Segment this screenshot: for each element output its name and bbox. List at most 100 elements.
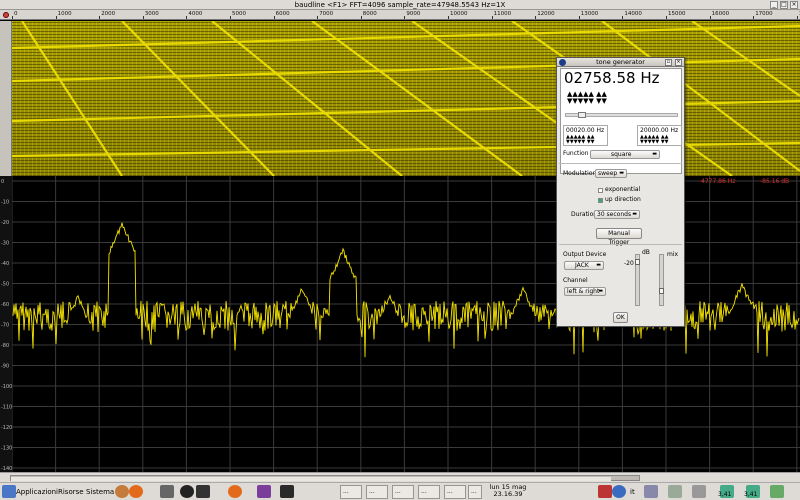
duration-select[interactable]: 30 seconds ▬ xyxy=(594,210,640,219)
function-select[interactable]: square ▬ xyxy=(590,150,660,159)
channel-select[interactable]: left & right ▬ xyxy=(564,287,606,296)
low-frequency-value: 00020.00 Hz xyxy=(566,127,605,134)
chevron-down-icon: ▬ xyxy=(596,262,601,268)
ruler-tick-label: 16000 xyxy=(711,11,730,17)
ruler-tick-mark xyxy=(273,16,275,19)
high-frequency-arrows[interactable]: ▲▲▲▲▲ ▲▲ ▼▼▼▼▼ ▼▼ xyxy=(640,135,669,145)
ruler-tick-label: 10000 xyxy=(450,11,468,17)
modulation-select[interactable]: sweep ▬ xyxy=(595,169,627,178)
high-frequency-value: 20000.00 Hz xyxy=(640,127,679,134)
ruler-tick-label: 17000 xyxy=(755,11,773,17)
foot-menu-icon[interactable] xyxy=(2,485,16,498)
launcher-icon[interactable] xyxy=(257,485,271,498)
frequency-digit-arrows[interactable]: ▲▲▲▲▲ ▲▲ ▼▼▼▼▼ ▼▼ xyxy=(567,91,607,105)
mix-slider[interactable] xyxy=(659,254,664,306)
exponential-checkbox[interactable] xyxy=(598,188,603,193)
a-app-icon[interactable] xyxy=(180,485,194,498)
clock[interactable]: lun 15 mag 23.16.39 xyxy=(480,484,536,498)
cursor-frequency-readout: 4777.86 Hz xyxy=(701,178,735,185)
ruler-tick-label: 8000 xyxy=(362,11,377,17)
taskbar-window-5[interactable]: ... xyxy=(444,485,466,499)
cursor-db-readout: -85.16 dB xyxy=(760,178,789,185)
spectrum-y-tick-label: -90 xyxy=(1,364,9,370)
taskbar-window-2[interactable]: ... xyxy=(366,485,388,499)
mix-label: mix xyxy=(667,251,679,258)
output-device-select[interactable]: JACK ▬ xyxy=(564,261,604,270)
low-frequency-box[interactable]: 00020.00 Hz ▲▲▲▲▲ ▲▲ ▼▼▼▼▼ ▼▼ xyxy=(563,125,608,146)
ruler-tick-mark xyxy=(99,16,101,19)
hp-icon[interactable] xyxy=(612,485,626,498)
volume-slider[interactable] xyxy=(635,254,640,306)
keyboard-layout[interactable]: it xyxy=(630,484,635,500)
ruler-tick-mark xyxy=(360,16,362,19)
system-menu[interactable]: Sistema xyxy=(86,484,114,500)
terminal-icon[interactable] xyxy=(196,485,210,498)
close-button[interactable]: × xyxy=(790,1,798,9)
firefox-window-icon[interactable] xyxy=(228,485,242,498)
ruler-tick-mark xyxy=(709,16,711,19)
maximize-button[interactable]: □ xyxy=(780,1,788,9)
waterfall-time-axis xyxy=(0,21,12,176)
ruler-tick-label: 14000 xyxy=(624,11,642,17)
function-label: Function xyxy=(563,150,589,157)
applications-menu[interactable]: Applicazioni xyxy=(16,484,58,500)
clock-time: 23.16.39 xyxy=(493,490,523,498)
ruler-tick-mark xyxy=(491,16,493,19)
ruler-tick-label: 1000 xyxy=(57,11,72,17)
modulation-label: Modulation xyxy=(563,170,597,177)
spectrum-y-tick-label: -110 xyxy=(1,405,12,411)
files-icon[interactable] xyxy=(160,485,174,498)
spectrum-y-tick-label: -20 xyxy=(1,220,9,226)
ruler-tick-mark xyxy=(404,16,406,19)
notification-icon[interactable] xyxy=(598,485,612,498)
ruler-tick-mark xyxy=(186,16,188,19)
ruler-tick-label: 5000 xyxy=(232,11,246,17)
dialog-title: tone generator xyxy=(596,58,645,66)
media-icon[interactable] xyxy=(668,485,682,498)
display-icon[interactable] xyxy=(280,485,294,498)
record-indicator-icon xyxy=(3,12,9,18)
frequency-slider[interactable] xyxy=(565,112,678,118)
low-frequency-arrows[interactable]: ▲▲▲▲▲ ▲▲ ▼▼▼▼▼ ▼▼ xyxy=(566,135,595,145)
baudline-logo-icon xyxy=(559,59,566,66)
scroll-thumb[interactable] xyxy=(11,477,611,481)
firefox-icon[interactable] xyxy=(129,485,143,498)
horizontal-scrollbar[interactable] xyxy=(0,472,800,482)
exponential-label: exponential xyxy=(605,186,641,193)
scroll-track[interactable] xyxy=(10,475,640,481)
taskbar-window-4[interactable]: ... xyxy=(418,485,440,499)
ruler-tick-label: 0 xyxy=(14,11,18,17)
taskbar-window-1[interactable]: ... xyxy=(340,485,362,499)
ruler-tick-label: 6000 xyxy=(275,11,290,17)
taskbar-window-3[interactable]: ... xyxy=(392,485,414,499)
spectrum-y-tick-label: -30 xyxy=(1,241,9,247)
ruler-tick-label: 15000 xyxy=(668,11,686,17)
dialog-close-button[interactable]: × xyxy=(675,59,682,66)
frequency-ruler[interactable]: 0 1000 2000 3000 4000 5000 6000 7000 8000 9000 100… xyxy=(0,10,800,20)
minimize-button[interactable]: _ xyxy=(770,1,778,9)
channel-label: Channel xyxy=(563,277,588,284)
ruler-tick-mark xyxy=(142,16,144,19)
dialog-shade-button[interactable]: ▫ xyxy=(665,59,672,66)
ruler-tick-mark xyxy=(578,16,580,19)
frequency-slider-knob[interactable] xyxy=(578,112,586,118)
frequency-down-arrows[interactable]: ▼▼▼▼▼ ▼▼ xyxy=(567,98,607,105)
dialog-titlebar[interactable]: tone generator ▫ × xyxy=(557,58,684,67)
window-titlebar[interactable]: baudline <F1> FFT=4096 sample_rate=47948… xyxy=(0,0,800,10)
network-icon[interactable] xyxy=(770,485,784,498)
mix-slider-knob[interactable] xyxy=(659,288,664,294)
ruler-tick-label: 11000 xyxy=(493,11,512,17)
ruler-tick-mark xyxy=(622,16,624,19)
chevron-down-icon: ▬ xyxy=(632,211,637,217)
high-frequency-box[interactable]: 20000.00 Hz ▲▲▲▲▲ ▲▲ ▼▼▼▼▼ ▼▼ xyxy=(637,125,682,146)
settings-icon[interactable] xyxy=(115,485,129,498)
output-device-label: Output Device xyxy=(563,251,607,258)
ok-button[interactable]: OK xyxy=(613,312,628,323)
edit-icon[interactable] xyxy=(644,485,658,498)
up-direction-checkbox[interactable] xyxy=(598,198,603,203)
manual-trigger-button[interactable]: Manual Trigger xyxy=(596,228,642,246)
volume-slider-knob[interactable] xyxy=(635,259,640,265)
drive-icon[interactable] xyxy=(692,485,706,498)
tone-generator-dialog[interactable]: tone generator ▫ × 02758.58 Hz ▲▲▲▲▲ ▲▲ … xyxy=(556,57,685,327)
resources-menu[interactable]: Risorse xyxy=(58,484,84,500)
